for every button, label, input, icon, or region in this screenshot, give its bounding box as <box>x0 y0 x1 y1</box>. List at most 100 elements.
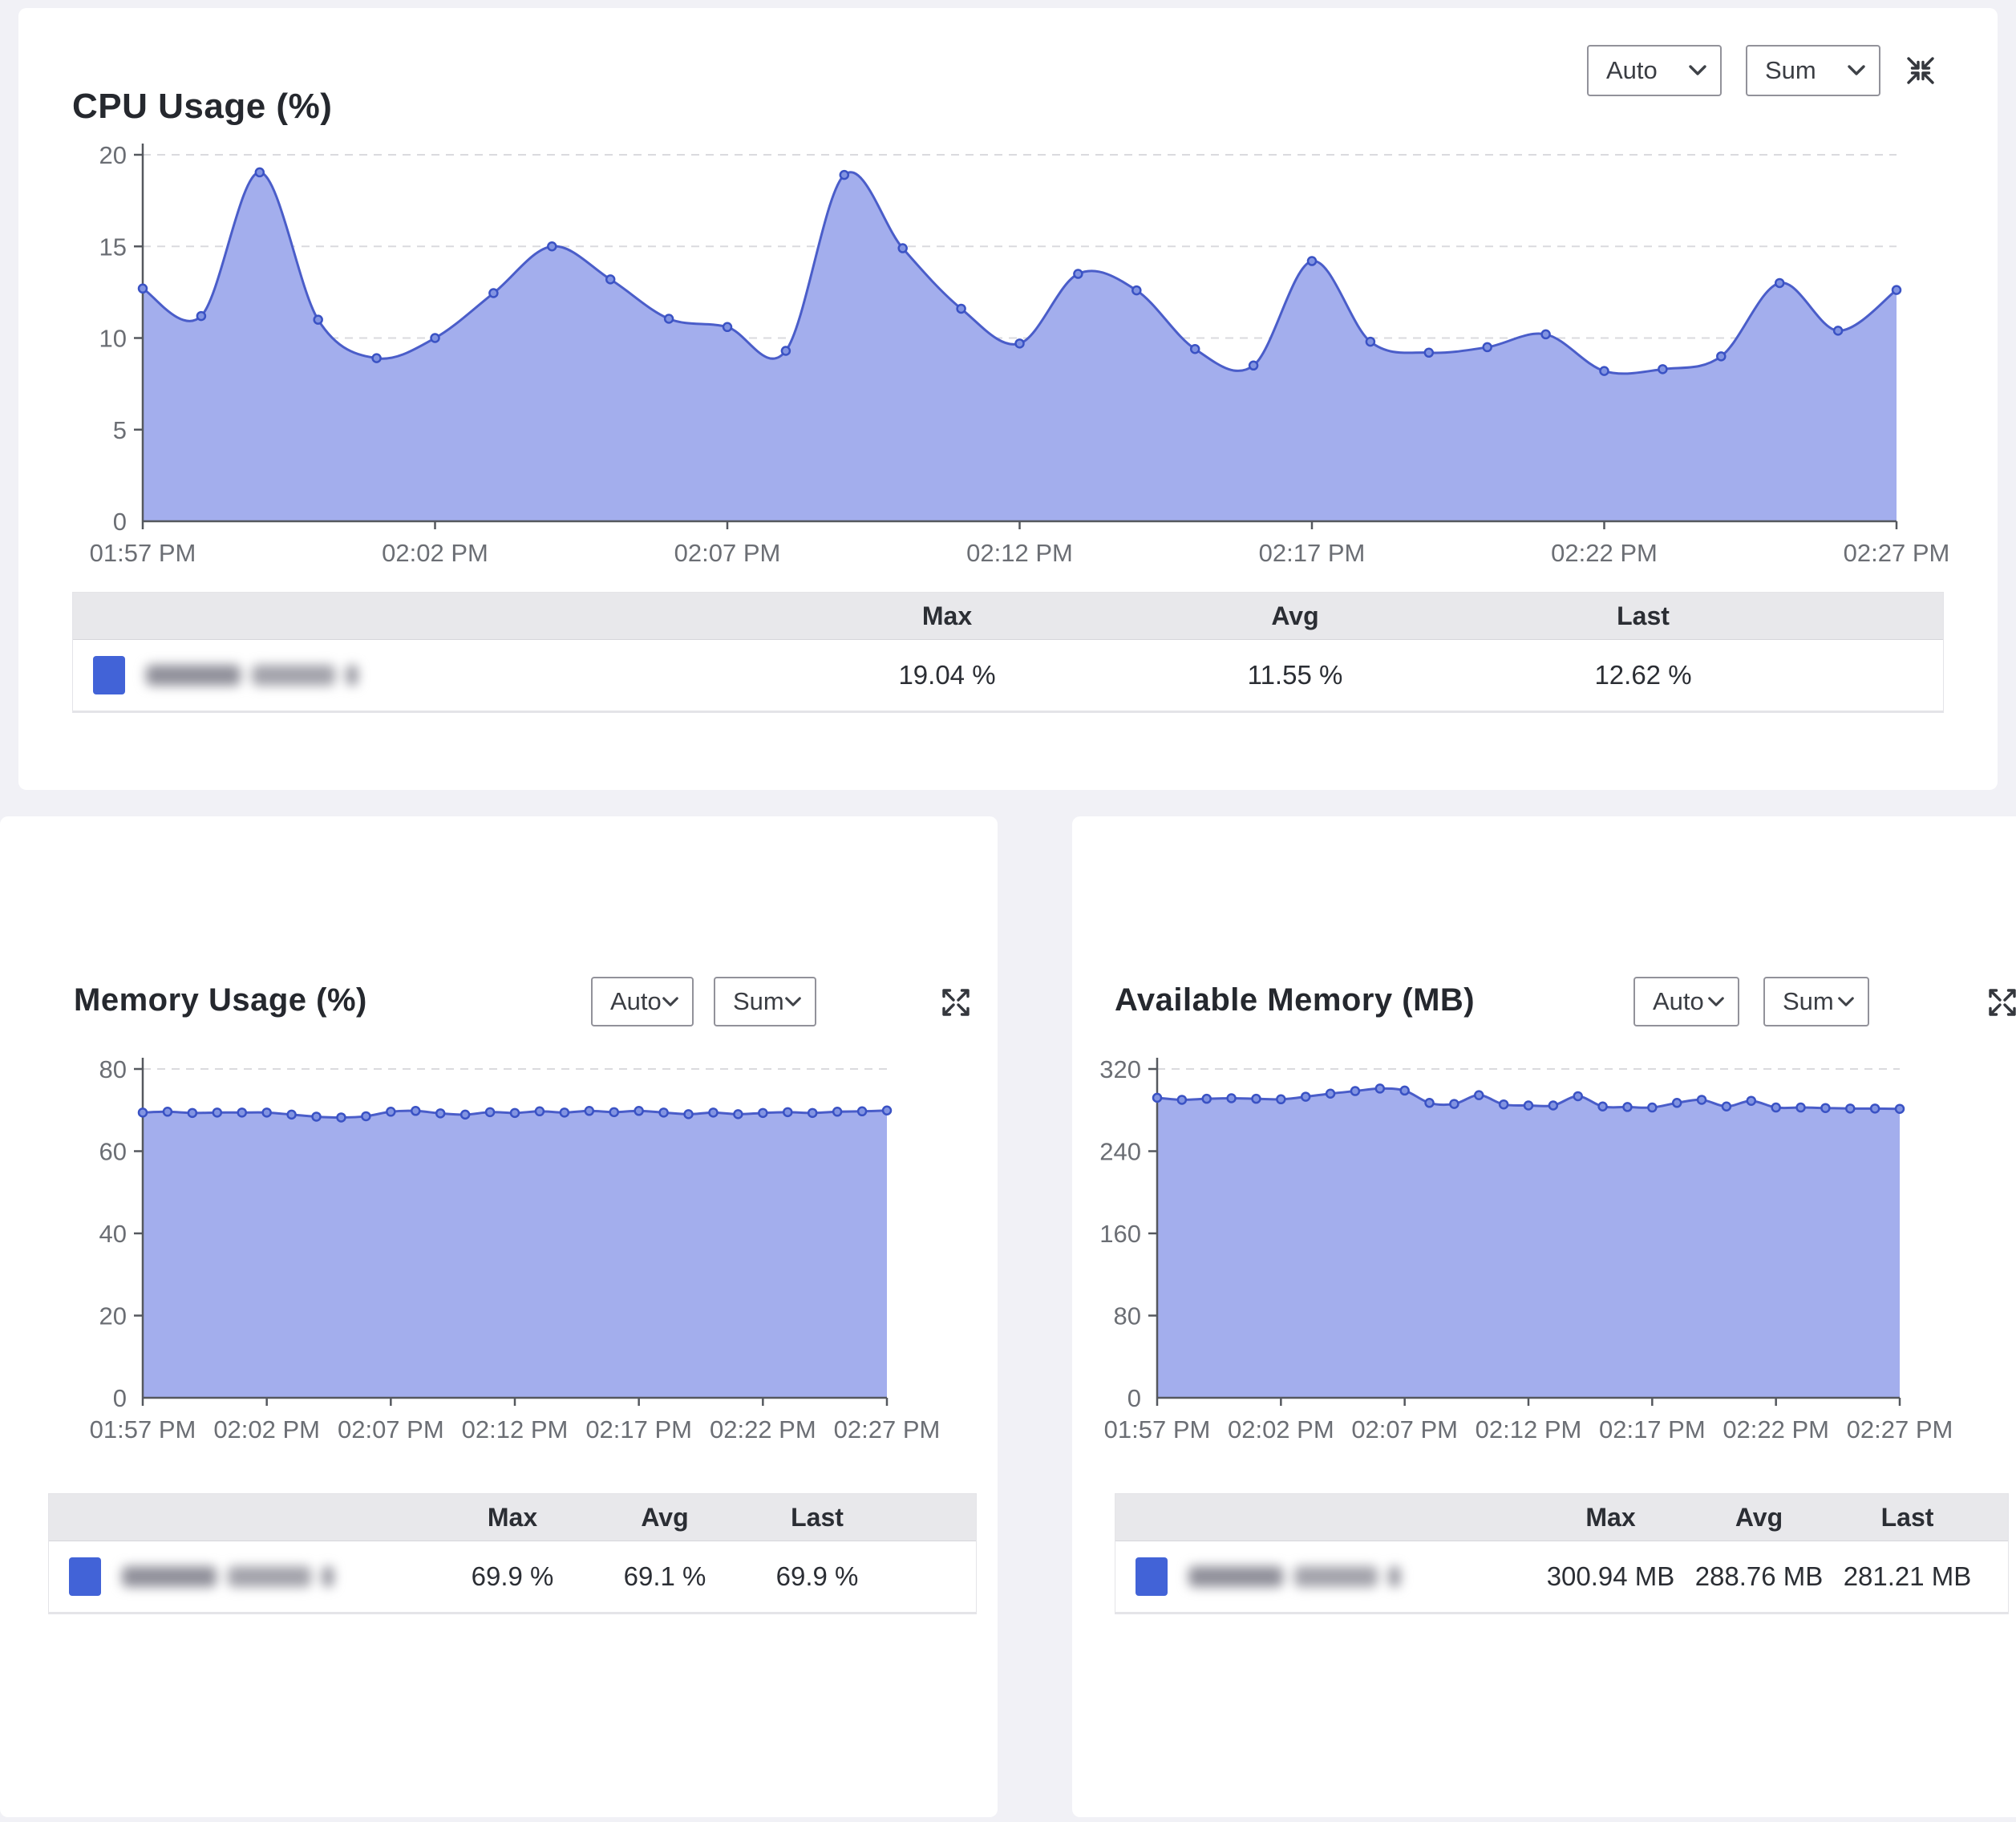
interval-dropdown[interactable]: Auto <box>591 977 694 1026</box>
svg-text:02:07 PM: 02:07 PM <box>338 1415 444 1443</box>
legend-table-header: Max Avg Last <box>1115 1494 2008 1541</box>
svg-text:01:57 PM: 01:57 PM <box>90 539 196 567</box>
column-header-max: Max <box>1536 1503 1685 1533</box>
memory-usage-chart[interactable]: 0 20 40 60 80 01:57 PM 02:02 PM 02:07 PM 02:12 P… <box>48 1049 978 1498</box>
svg-text:02:12 PM: 02:12 PM <box>1476 1415 1582 1443</box>
column-header-max: Max <box>436 1503 589 1533</box>
stat-max-value: 69.9 % <box>436 1561 589 1592</box>
column-header-last: Last <box>1469 601 1817 631</box>
svg-text:20: 20 <box>99 1302 127 1330</box>
panel-memory-usage: Memory Usage (%) Auto Sum 0 20 40 60 80 01:57… <box>0 816 998 1817</box>
svg-text:80: 80 <box>1114 1302 1141 1330</box>
series-name-blurred <box>146 665 358 686</box>
panel-available-memory: Available Memory (MB) Auto Sum 0 80 160 240… <box>1072 816 2016 1817</box>
column-header-last: Last <box>1833 1503 1982 1533</box>
svg-text:20: 20 <box>99 141 127 169</box>
page-title: CPU Usage (%) <box>72 87 332 127</box>
series-name-blurred <box>122 1566 334 1587</box>
stat-last-value: 69.9 % <box>741 1561 893 1592</box>
svg-text:02:02 PM: 02:02 PM <box>1228 1415 1334 1443</box>
aggregation-dropdown-value: Sum <box>1765 56 1816 85</box>
svg-text:02:12 PM: 02:12 PM <box>462 1415 569 1443</box>
stat-last-value: 281.21 MB <box>1833 1561 1982 1592</box>
svg-text:02:17 PM: 02:17 PM <box>1259 539 1366 567</box>
svg-text:0: 0 <box>113 508 127 536</box>
svg-text:02:27 PM: 02:27 PM <box>834 1415 941 1443</box>
chevron-down-icon <box>1837 996 1855 1008</box>
legend-table: Max Avg Last 69.9 % 69.1 % 69.9 % <box>48 1493 977 1614</box>
interval-dropdown[interactable]: Auto <box>1633 977 1739 1026</box>
interval-dropdown[interactable]: Auto <box>1587 45 1722 96</box>
series-row[interactable]: 19.04 % 11.55 % 12.62 % <box>73 640 1943 712</box>
svg-text:80: 80 <box>99 1055 127 1083</box>
svg-text:02:22 PM: 02:22 PM <box>1723 1415 1829 1443</box>
svg-text:160: 160 <box>1099 1220 1141 1248</box>
dashboard-page: { "panels": [ { "title": "CPU Usage (%)"… <box>0 0 2016 1822</box>
panel-cpu-usage: CPU Usage (%) Auto Sum 0510152001:57 PM0… <box>18 8 1998 790</box>
svg-text:02:02 PM: 02:02 PM <box>213 1415 320 1443</box>
svg-text:5: 5 <box>113 416 127 444</box>
legend-table-header: Max Avg Last <box>73 593 1943 640</box>
expand-icon[interactable] <box>1986 986 2016 1018</box>
svg-text:02:07 PM: 02:07 PM <box>674 539 781 567</box>
column-header-last: Last <box>741 1503 893 1533</box>
svg-text:02:02 PM: 02:02 PM <box>382 539 488 567</box>
svg-text:240: 240 <box>1099 1138 1141 1166</box>
svg-text:60: 60 <box>99 1138 127 1166</box>
page-title: Memory Usage (%) <box>74 982 367 1018</box>
chevron-down-icon <box>662 996 679 1008</box>
svg-text:02:12 PM: 02:12 PM <box>966 539 1073 567</box>
aggregation-dropdown[interactable]: Sum <box>1763 977 1869 1026</box>
series-row[interactable]: 300.94 MB 288.76 MB 281.21 MB <box>1115 1541 2008 1613</box>
svg-text:02:22 PM: 02:22 PM <box>710 1415 816 1443</box>
svg-text:15: 15 <box>99 233 127 261</box>
stat-max-value: 300.94 MB <box>1536 1561 1685 1592</box>
svg-text:02:17 PM: 02:17 PM <box>1599 1415 1706 1443</box>
page-title: Available Memory (MB) <box>1115 982 1475 1018</box>
stat-avg-value: 11.55 % <box>1121 660 1469 690</box>
svg-text:02:22 PM: 02:22 PM <box>1551 539 1658 567</box>
expand-icon[interactable] <box>940 986 972 1018</box>
interval-dropdown-value: Auto <box>1606 56 1658 85</box>
column-header-avg: Avg <box>1685 1503 1833 1533</box>
svg-text:0: 0 <box>113 1384 127 1412</box>
legend-table: Max Avg Last 19.04 % 11.55 % 12.62 % <box>72 592 1944 713</box>
aggregation-dropdown[interactable]: Sum <box>1746 45 1880 96</box>
svg-text:02:17 PM: 02:17 PM <box>585 1415 692 1443</box>
interval-dropdown-value: Auto <box>610 987 662 1016</box>
series-row[interactable]: 69.9 % 69.1 % 69.9 % <box>49 1541 976 1613</box>
series-color-swatch <box>1136 1557 1168 1596</box>
chevron-down-icon <box>784 996 802 1008</box>
column-header-max: Max <box>773 601 1121 631</box>
svg-text:02:27 PM: 02:27 PM <box>1847 1415 1953 1443</box>
column-header-avg: Avg <box>1121 601 1469 631</box>
available-memory-chart[interactable]: 08016024032001:57 PM02:02 PM02:07 PM02:1… <box>1104 1049 2010 1498</box>
svg-text:01:57 PM: 01:57 PM <box>90 1415 196 1443</box>
series-color-swatch <box>93 656 125 694</box>
svg-text:10: 10 <box>99 325 127 353</box>
svg-text:40: 40 <box>99 1220 127 1248</box>
legend-table-header: Max Avg Last <box>49 1494 976 1541</box>
interval-dropdown-value: Auto <box>1653 987 1704 1016</box>
svg-text:320: 320 <box>1099 1055 1141 1083</box>
chevron-down-icon <box>1847 64 1866 77</box>
collapse-icon[interactable] <box>1905 55 1937 87</box>
legend-table: Max Avg Last 300.94 MB 288.76 MB 281.21 … <box>1115 1493 2009 1614</box>
aggregation-dropdown[interactable]: Sum <box>714 977 816 1026</box>
stat-avg-value: 69.1 % <box>589 1561 741 1592</box>
column-header-avg: Avg <box>589 1503 741 1533</box>
stat-last-value: 12.62 % <box>1469 660 1817 690</box>
svg-text:0: 0 <box>1127 1384 1141 1412</box>
svg-text:02:07 PM: 02:07 PM <box>1351 1415 1458 1443</box>
aggregation-dropdown-value: Sum <box>1783 987 1834 1016</box>
chevron-down-icon <box>1688 64 1707 77</box>
cpu-usage-chart[interactable]: 0 5 10 15 20 01:57 PM 02:02 PM 02:07 PM 02:12 PM… <box>67 136 1959 585</box>
svg-text:02:27 PM: 02:27 PM <box>1844 539 1950 567</box>
series-color-swatch <box>69 1557 101 1596</box>
chevron-down-icon <box>1707 996 1725 1008</box>
aggregation-dropdown-value: Sum <box>733 987 784 1016</box>
stat-avg-value: 288.76 MB <box>1685 1561 1833 1592</box>
series-name-blurred <box>1188 1566 1400 1587</box>
svg-text:01:57 PM: 01:57 PM <box>1104 1415 1211 1443</box>
stat-max-value: 19.04 % <box>773 660 1121 690</box>
